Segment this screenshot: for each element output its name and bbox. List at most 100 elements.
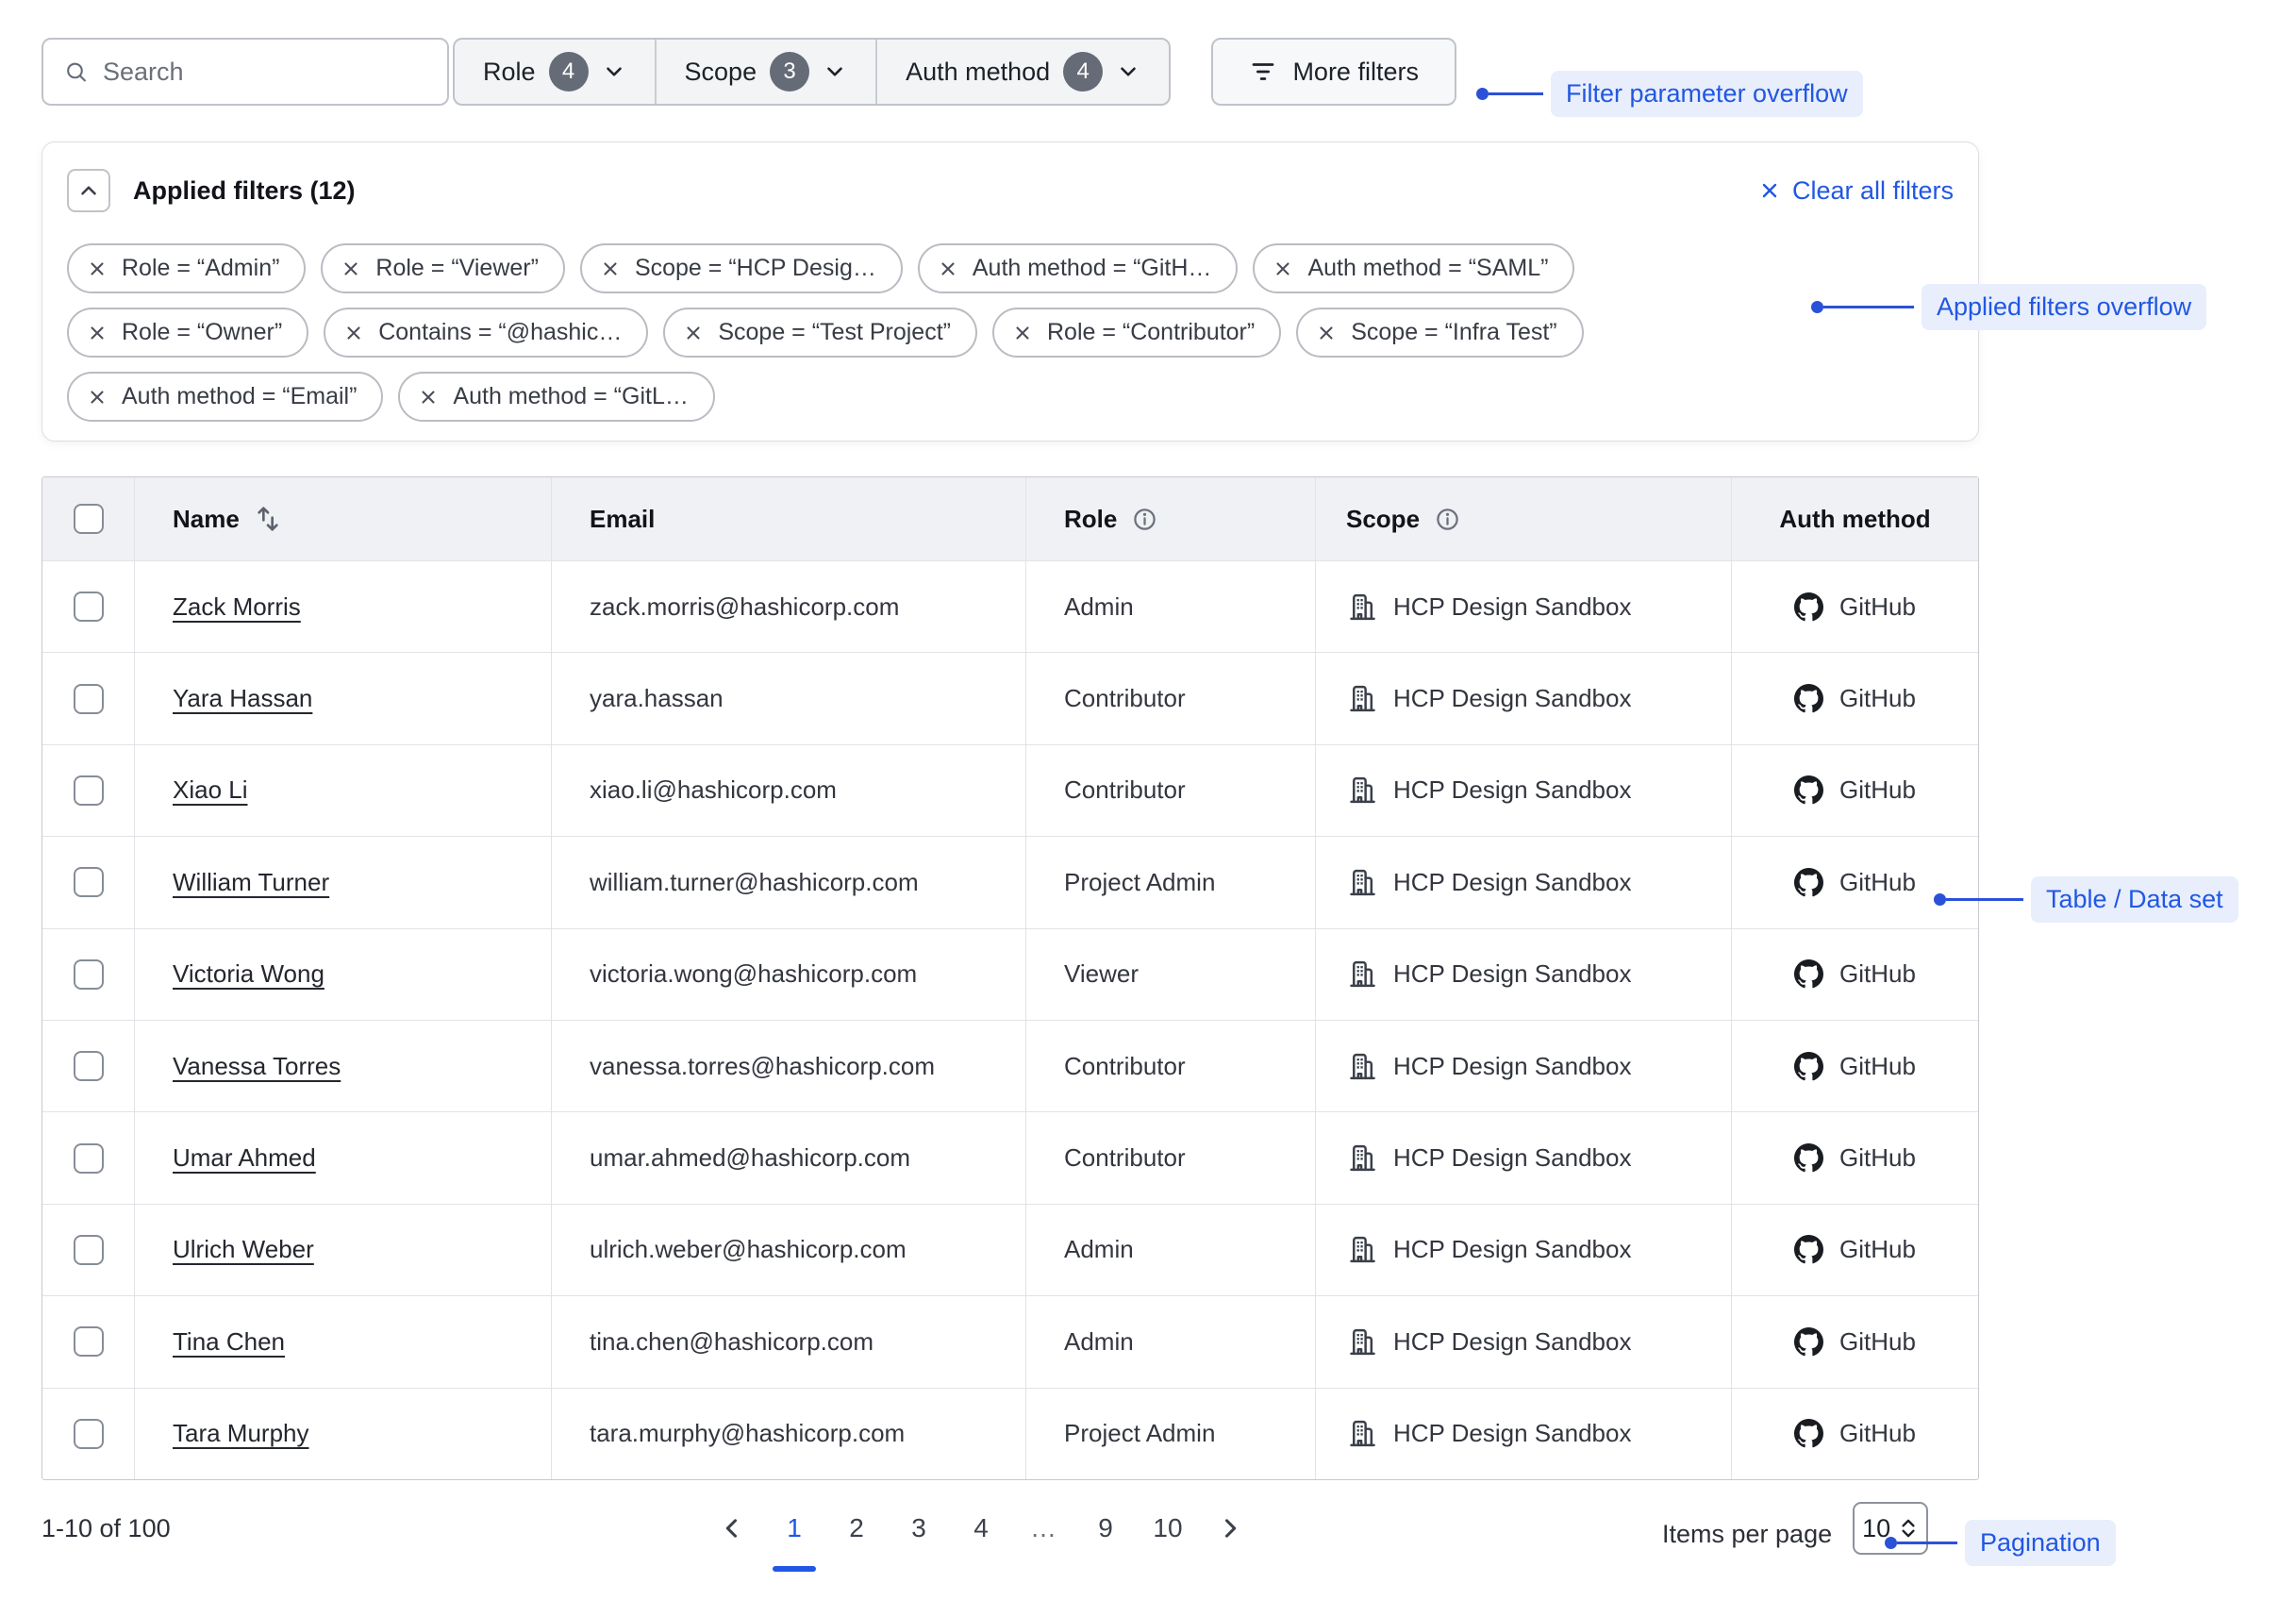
applied-filter-chip[interactable]: Auth method = “GitL… (398, 372, 714, 422)
remove-filter-icon[interactable] (343, 323, 364, 343)
row-checkbox[interactable] (74, 1419, 104, 1449)
info-icon[interactable] (1132, 507, 1157, 532)
more-filters-button[interactable]: More filters (1211, 38, 1456, 106)
remove-filter-icon[interactable] (418, 387, 439, 408)
info-icon[interactable] (1435, 507, 1460, 532)
remove-filter-icon[interactable] (683, 323, 704, 343)
remove-filter-icon[interactable] (341, 258, 361, 279)
applied-filter-chip[interactable]: Scope = “Infra Test” (1296, 308, 1583, 358)
applied-filter-chip[interactable]: Auth method = “SAML” (1253, 243, 1574, 293)
name-cell: Vanessa Torres (134, 1021, 551, 1111)
chip-row: Role = “Admin” Role = “Viewer” Scope = “… (67, 243, 1954, 293)
applied-filters-header: Applied filters (12) Clear all filters (67, 169, 1954, 212)
github-icon (1794, 1143, 1823, 1173)
row-checkbox-cell (42, 1296, 134, 1387)
role-value: Admin (1064, 1235, 1134, 1264)
annotation-connector (1823, 306, 1914, 308)
applied-filter-chip[interactable]: Auth method = “Email” (67, 372, 383, 422)
github-icon (1794, 1235, 1823, 1264)
applied-filter-chip[interactable]: Contains = “@hashic… (324, 308, 648, 358)
page-button[interactable]: 9 (1089, 1502, 1123, 1555)
row-checkbox[interactable] (74, 1051, 104, 1081)
pagination: 1 2 3 4 … 9 10 (726, 1502, 1236, 1555)
user-name-link[interactable]: Tina Chen (173, 1327, 285, 1357)
applied-filter-chip[interactable]: Role = “Owner” (67, 308, 308, 358)
filter-dropdown-role[interactable]: Role 4 (455, 40, 655, 104)
chip-label: Role = “Admin” (122, 255, 279, 282)
table-row: Zack Morris zack.morris@hashicorp.com Ad… (42, 560, 1978, 652)
github-icon (1794, 1419, 1823, 1448)
page-button[interactable]: 2 (840, 1502, 873, 1555)
scope-value: HCP Design Sandbox (1393, 1419, 1631, 1448)
role-value: Admin (1064, 1327, 1134, 1357)
github-icon (1794, 1327, 1823, 1357)
filter-dropdown-auth-method[interactable]: Auth method 4 (875, 40, 1169, 104)
applied-filter-chip[interactable]: Role = “Viewer” (321, 243, 565, 293)
name-cell: Umar Ahmed (134, 1112, 551, 1203)
auth-method-value: GitHub (1839, 959, 1916, 989)
previous-page-button[interactable] (715, 1515, 749, 1542)
page-button[interactable]: 10 (1151, 1502, 1185, 1555)
row-checkbox[interactable] (74, 1235, 104, 1265)
applied-filter-chip[interactable]: Role = “Admin” (67, 243, 306, 293)
remove-filter-icon[interactable] (87, 258, 108, 279)
remove-filter-icon[interactable] (1316, 323, 1337, 343)
table-row: Yara Hassan yara.hassan Contributor HCP … (42, 652, 1978, 743)
row-checkbox[interactable] (74, 592, 104, 622)
email-cell: zack.morris@hashicorp.com (551, 561, 1025, 652)
next-page-button[interactable] (1213, 1515, 1247, 1542)
user-name-link[interactable]: Tara Murphy (173, 1419, 309, 1448)
user-name-link[interactable]: Yara Hassan (173, 684, 312, 713)
name-cell: Xiao Li (134, 745, 551, 836)
select-all-checkbox[interactable] (74, 504, 104, 534)
remove-filter-icon[interactable] (87, 323, 108, 343)
chip-label: Scope = “Test Project” (718, 319, 951, 346)
page-button[interactable]: 4 (964, 1502, 998, 1555)
page-button[interactable]: 1 (777, 1502, 811, 1555)
user-name-link[interactable]: Xiao Li (173, 775, 248, 805)
filter-dropdown-scope[interactable]: Scope 3 (655, 40, 876, 104)
page-button[interactable]: 3 (902, 1502, 936, 1555)
org-building-icon (1346, 867, 1377, 898)
collapse-filters-button[interactable] (67, 169, 110, 212)
search-box[interactable] (42, 38, 449, 106)
remove-filter-icon[interactable] (1273, 258, 1293, 279)
row-checkbox[interactable] (74, 775, 104, 806)
applied-filter-chip[interactable]: Role = “Contributor” (992, 308, 1281, 358)
column-header-name[interactable]: Name (134, 477, 551, 560)
filter-count-badge: 3 (770, 52, 809, 92)
row-checkbox[interactable] (74, 1143, 104, 1174)
filter-dropdown-label: Auth method (906, 58, 1050, 87)
table-row: William Turner william.turner@hashicorp.… (42, 836, 1978, 927)
chip-label: Role = “Owner” (122, 319, 282, 346)
remove-filter-icon[interactable] (87, 387, 108, 408)
scope-value: HCP Design Sandbox (1393, 775, 1631, 805)
remove-filter-icon[interactable] (1012, 323, 1033, 343)
clear-all-filters-button[interactable]: Clear all filters (1758, 176, 1954, 206)
user-name-link[interactable]: Umar Ahmed (173, 1143, 316, 1173)
user-name-link[interactable]: William Turner (173, 868, 329, 897)
annotation-connector (1946, 898, 2023, 901)
scope-cell: HCP Design Sandbox (1315, 1021, 1731, 1111)
sort-icon[interactable] (255, 504, 281, 534)
annotation-label: Filter parameter overflow (1551, 71, 1863, 117)
search-input[interactable] (103, 58, 426, 87)
remove-filter-icon[interactable] (600, 258, 621, 279)
row-checkbox[interactable] (74, 867, 104, 897)
user-name-link[interactable]: Ulrich Weber (173, 1235, 314, 1264)
row-checkbox[interactable] (74, 1326, 104, 1357)
applied-filter-chip[interactable]: Scope = “HCP Desig… (580, 243, 903, 293)
user-name-link[interactable]: Victoria Wong (173, 959, 324, 989)
email-value: xiao.li@hashicorp.com (590, 775, 837, 805)
remove-filter-icon[interactable] (938, 258, 958, 279)
applied-filters-panel: Applied filters (12) Clear all filters R… (42, 142, 1979, 442)
scope-cell: HCP Design Sandbox (1315, 1112, 1731, 1203)
user-name-link[interactable]: Zack Morris (173, 592, 301, 622)
applied-filter-chip[interactable]: Auth method = “GitH… (918, 243, 1239, 293)
table-row: Tara Murphy tara.murphy@hashicorp.com Pr… (42, 1388, 1978, 1479)
user-name-link[interactable]: Vanessa Torres (173, 1052, 341, 1081)
applied-filter-chip[interactable]: Scope = “Test Project” (663, 308, 977, 358)
row-checkbox[interactable] (74, 684, 104, 714)
row-checkbox[interactable] (74, 959, 104, 990)
annotation-pagination: Pagination (1885, 1520, 2116, 1566)
